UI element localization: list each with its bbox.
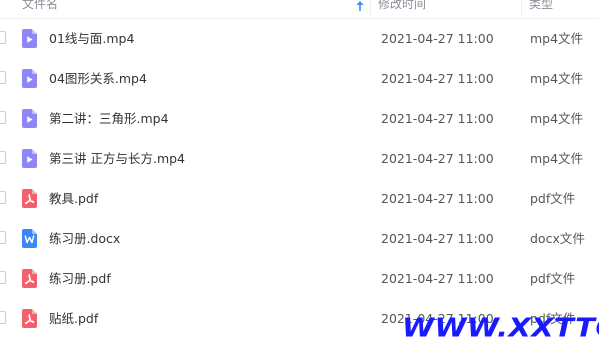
file-name[interactable]: 01线与面.mp4 — [49, 30, 134, 48]
column-header-modified[interactable]: 修改时间 — [378, 0, 426, 16]
video-file-icon — [22, 149, 37, 168]
file-type: pdf文件 — [530, 271, 576, 286]
video-file-icon — [22, 29, 37, 48]
file-modified-time: 2021-04-27 11:00 — [381, 111, 494, 126]
file-name[interactable]: 教具.pdf — [49, 190, 98, 208]
file-row[interactable]: 练习册.pdf 2021-04-27 11:00 pdf文件 — [0, 259, 599, 299]
file-type: mp4文件 — [530, 111, 584, 126]
column-header-type[interactable]: 类型 — [529, 0, 553, 16]
video-file-icon — [22, 109, 37, 128]
file-modified-time: 2021-04-27 11:00 — [381, 191, 494, 206]
video-file-icon — [22, 69, 37, 88]
file-list-header: 文件名 修改时间 类型 — [0, 0, 599, 19]
file-name[interactable]: 第二讲：三角形.mp4 — [49, 110, 169, 128]
pdf-file-icon — [22, 309, 37, 328]
file-row[interactable]: 04图形关系.mp4 2021-04-27 11:00 mp4文件 — [0, 59, 599, 99]
row-checkbox[interactable] — [0, 311, 6, 324]
row-checkbox[interactable] — [0, 71, 6, 84]
file-name[interactable]: 练习册.docx — [49, 230, 120, 248]
file-name[interactable]: 第三讲 正方与长方.mp4 — [49, 150, 185, 168]
file-type: docx文件 — [530, 231, 585, 246]
file-type: mp4文件 — [530, 31, 584, 46]
row-checkbox[interactable] — [0, 151, 6, 164]
watermark: WWW.XXTTQ.COM — [402, 312, 599, 343]
pdf-file-icon — [22, 189, 37, 208]
file-modified-time: 2021-04-27 11:00 — [381, 31, 494, 46]
sort-arrow-up-icon[interactable] — [355, 0, 365, 12]
file-row[interactable]: 教具.pdf 2021-04-27 11:00 pdf文件 — [0, 179, 599, 219]
column-divider[interactable] — [521, 0, 522, 16]
column-divider[interactable] — [370, 0, 371, 16]
file-name[interactable]: 贴纸.pdf — [49, 310, 98, 328]
column-header-name[interactable]: 文件名 — [22, 0, 58, 16]
file-modified-time: 2021-04-27 11:00 — [381, 271, 494, 286]
word-file-icon — [22, 229, 37, 248]
file-modified-time: 2021-04-27 11:00 — [381, 151, 494, 166]
row-checkbox[interactable] — [0, 31, 6, 44]
file-row[interactable]: 01线与面.mp4 2021-04-27 11:00 mp4文件 — [0, 19, 599, 59]
pdf-file-icon — [22, 269, 37, 288]
file-type: mp4文件 — [530, 151, 584, 166]
row-checkbox[interactable] — [0, 191, 6, 204]
file-row[interactable]: 第二讲：三角形.mp4 2021-04-27 11:00 mp4文件 — [0, 99, 599, 139]
file-type: pdf文件 — [530, 191, 576, 206]
file-name[interactable]: 练习册.pdf — [49, 270, 111, 288]
file-list-view: 文件名 修改时间 类型 01线与面.mp4 2021-04-27 11:00 mp4… — [0, 0, 599, 351]
file-row[interactable]: 第三讲 正方与长方.mp4 2021-04-27 11:00 mp4文件 — [0, 139, 599, 179]
file-modified-time: 2021-04-27 11:00 — [381, 231, 494, 246]
file-name[interactable]: 04图形关系.mp4 — [49, 70, 147, 88]
row-checkbox[interactable] — [0, 271, 6, 284]
row-checkbox[interactable] — [0, 231, 6, 244]
row-checkbox[interactable] — [0, 111, 6, 124]
file-type: mp4文件 — [530, 71, 584, 86]
file-modified-time: 2021-04-27 11:00 — [381, 71, 494, 86]
file-row[interactable]: 练习册.docx 2021-04-27 11:00 docx文件 — [0, 219, 599, 259]
